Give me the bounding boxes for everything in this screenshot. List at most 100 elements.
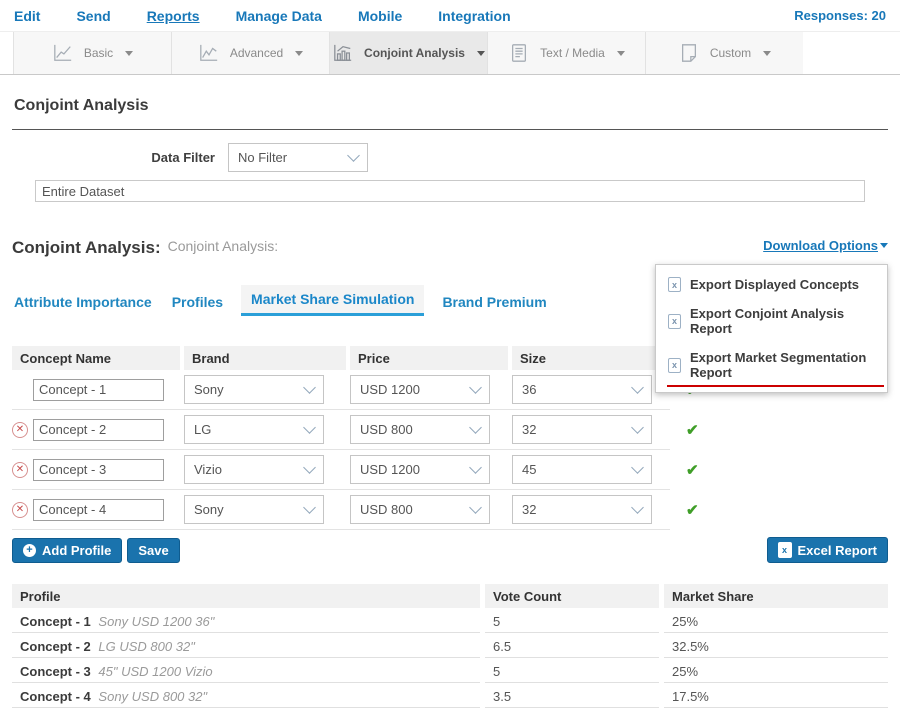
chevron-down-icon bbox=[347, 149, 360, 162]
title-divider bbox=[12, 129, 888, 130]
brand-cell: Sony bbox=[184, 375, 346, 404]
menu-item-export-market-segmentation-report[interactable]: x Export Market Segmentation Report bbox=[656, 343, 887, 387]
toolbar-tab-basic[interactable]: Basic bbox=[13, 32, 171, 74]
size-select[interactable]: 32 bbox=[512, 495, 652, 524]
table-row: Concept - 1 Sony USD 1200 36" 5 25% bbox=[12, 608, 888, 633]
add-profile-button[interactable]: + Add Profile bbox=[12, 538, 122, 563]
chevron-down-icon bbox=[303, 421, 316, 434]
profile-cell: Concept - 2 LG USD 800 32" bbox=[12, 633, 480, 658]
chevron-down-icon bbox=[880, 243, 888, 248]
price-select[interactable]: USD 800 bbox=[350, 495, 490, 524]
excel-file-icon: x bbox=[778, 542, 792, 558]
size-value: 32 bbox=[522, 502, 536, 517]
table-row: ✕ Sony USD 800 32 bbox=[12, 490, 888, 530]
delete-row-icon[interactable]: ✕ bbox=[12, 502, 28, 518]
download-options-menu: x Export Displayed Concepts x Export Con… bbox=[655, 264, 888, 393]
tab-market-share-simulation[interactable]: Market Share Simulation bbox=[241, 285, 424, 316]
profile-detail: Sony USD 1200 36" bbox=[98, 614, 214, 629]
column-header-concept-name: Concept Name bbox=[12, 346, 180, 370]
chevron-down-icon bbox=[125, 51, 133, 56]
table-row-cells: ✕ LG USD 800 32 bbox=[12, 410, 670, 450]
concept-name-input[interactable] bbox=[33, 459, 164, 481]
nav-item-integration[interactable]: Integration bbox=[438, 8, 510, 24]
column-header-size: Size bbox=[512, 346, 670, 370]
concept-name-cell: ✕ bbox=[12, 459, 180, 481]
plus-icon: + bbox=[23, 544, 36, 557]
size-select[interactable]: 45 bbox=[512, 455, 652, 484]
add-profile-label: Add Profile bbox=[42, 543, 111, 558]
valid-check-icon: ✔ bbox=[686, 461, 699, 479]
brand-cell: LG bbox=[184, 415, 346, 444]
nav-item-mobile[interactable]: Mobile bbox=[358, 8, 402, 24]
chevron-down-icon bbox=[617, 51, 625, 56]
results-header-row: Profile Vote Count Market Share bbox=[12, 584, 888, 608]
price-select[interactable]: USD 800 bbox=[350, 415, 490, 444]
brand-value: Sony bbox=[194, 382, 224, 397]
table-row-cells: ✕ Sony USD 1200 36 bbox=[12, 370, 670, 410]
nav-item-reports[interactable]: Reports bbox=[147, 8, 200, 24]
chevron-down-icon bbox=[631, 421, 644, 434]
page-title: Conjoint Analysis bbox=[14, 97, 886, 115]
toolbar-tab-text-media[interactable]: Text / Media bbox=[487, 32, 645, 74]
tab-attribute-importance[interactable]: Attribute Importance bbox=[12, 288, 154, 316]
delete-row-icon[interactable]: ✕ bbox=[12, 422, 28, 438]
size-cell: 45 bbox=[512, 455, 670, 484]
menu-item-export-conjoint-analysis-report[interactable]: x Export Conjoint Analysis Report bbox=[656, 299, 887, 343]
vote-count-cell: 3.5 bbox=[485, 683, 659, 708]
table-row: Concept - 2 LG USD 800 32" 6.5 32.5% bbox=[12, 633, 888, 658]
concept-name-input[interactable] bbox=[33, 379, 164, 401]
save-button[interactable]: Save bbox=[127, 538, 179, 563]
area-chart-icon bbox=[198, 43, 220, 63]
excel-file-icon: x bbox=[668, 314, 681, 329]
top-navigation: Edit Send Reports Manage Data Mobile Int… bbox=[0, 0, 900, 31]
profile-name: Concept - 1 bbox=[20, 614, 91, 629]
size-value: 45 bbox=[522, 462, 536, 477]
chevron-down-icon bbox=[303, 501, 316, 514]
report-toolbar: Basic Advanced Conjoint Analysis Text / … bbox=[0, 31, 900, 75]
price-select[interactable]: USD 1200 bbox=[350, 375, 490, 404]
brand-value: Vizio bbox=[194, 462, 222, 477]
download-options-label: Download Options bbox=[763, 238, 878, 253]
menu-item-export-displayed-concepts[interactable]: x Export Displayed Concepts bbox=[656, 270, 887, 299]
concept-name-input[interactable] bbox=[33, 499, 164, 521]
nav-item-send[interactable]: Send bbox=[76, 8, 110, 24]
toolbar-spacer bbox=[0, 32, 13, 74]
price-cell: USD 1200 bbox=[350, 375, 508, 404]
concept-name-input[interactable] bbox=[33, 419, 164, 441]
nav-item-edit[interactable]: Edit bbox=[14, 8, 40, 24]
price-cell: USD 800 bbox=[350, 495, 508, 524]
size-select[interactable]: 32 bbox=[512, 415, 652, 444]
toolbar-tab-custom[interactable]: Custom bbox=[645, 32, 803, 74]
data-filter-value: No Filter bbox=[238, 150, 287, 165]
valid-check-icon: ✔ bbox=[686, 421, 699, 439]
excel-report-button[interactable]: x Excel Report bbox=[767, 537, 888, 563]
table-row: ✕ Vizio USD 1200 45 bbox=[12, 450, 888, 490]
column-header-profile: Profile bbox=[12, 584, 480, 608]
size-cell: 36 bbox=[512, 375, 670, 404]
page-icon bbox=[678, 43, 700, 63]
size-select[interactable]: 36 bbox=[512, 375, 652, 404]
brand-select[interactable]: Sony bbox=[184, 495, 324, 524]
brand-select[interactable]: LG bbox=[184, 415, 324, 444]
tab-profiles[interactable]: Profiles bbox=[170, 288, 225, 316]
market-share-cell: 17.5% bbox=[664, 683, 888, 708]
table-row-cells: ✕ Vizio USD 1200 45 bbox=[12, 450, 670, 490]
download-options-link[interactable]: Download Options bbox=[763, 238, 888, 253]
nav-item-manage-data[interactable]: Manage Data bbox=[236, 8, 322, 24]
column-header-market-share: Market Share bbox=[664, 584, 888, 608]
size-value: 36 bbox=[522, 382, 536, 397]
brand-select[interactable]: Sony bbox=[184, 375, 324, 404]
delete-row-icon[interactable]: ✕ bbox=[12, 462, 28, 478]
profile-detail: 45" USD 1200 Vizio bbox=[98, 664, 212, 679]
toolbar-tab-conjoint-analysis[interactable]: Conjoint Analysis bbox=[329, 32, 487, 74]
dataset-input[interactable] bbox=[35, 180, 865, 202]
tab-brand-premium[interactable]: Brand Premium bbox=[440, 288, 548, 316]
toolbar-tab-label: Text / Media bbox=[540, 46, 605, 60]
price-cell: USD 800 bbox=[350, 415, 508, 444]
toolbar-tab-advanced[interactable]: Advanced bbox=[171, 32, 329, 74]
menu-item-label: Export Market Segmentation Report bbox=[690, 350, 875, 380]
data-filter-select[interactable]: No Filter bbox=[228, 143, 368, 172]
document-icon bbox=[508, 43, 530, 63]
price-select[interactable]: USD 1200 bbox=[350, 455, 490, 484]
brand-select[interactable]: Vizio bbox=[184, 455, 324, 484]
